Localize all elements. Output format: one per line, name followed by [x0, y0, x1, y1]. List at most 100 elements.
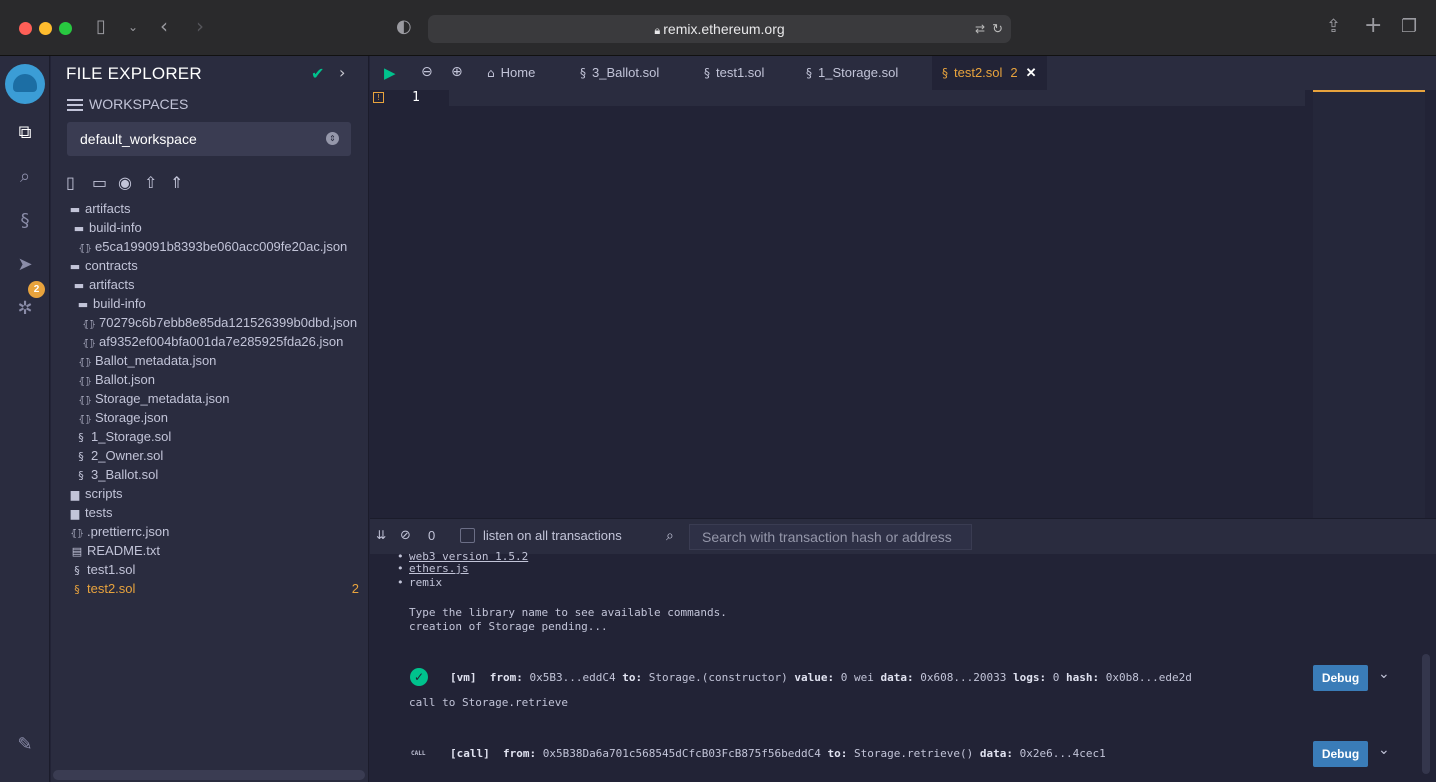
- call-badge: CALL: [411, 750, 426, 757]
- minimap[interactable]: [1313, 90, 1425, 518]
- upload-folder-icon[interactable]: ⇑: [170, 173, 196, 192]
- tree-file[interactable]: § 3_Ballot.sol: [51, 465, 369, 484]
- zoom-window-button[interactable]: [59, 22, 72, 35]
- tree-label: artifacts: [89, 277, 135, 292]
- tree-file[interactable]: § test2.sol 2: [51, 579, 369, 598]
- pending-text: creation of Storage pending...: [409, 620, 608, 633]
- tab-3-ballot-sol[interactable]: § 3_Ballot.sol: [580, 56, 659, 90]
- tree-folder[interactable]: ▬ artifacts: [51, 275, 369, 294]
- workspace-selected-value: default_workspace: [80, 131, 197, 147]
- sidebar-toggle-icon[interactable]: ▯: [96, 16, 106, 37]
- file-explorer-icon[interactable]: ⧉: [12, 120, 38, 146]
- tree-file[interactable]: § 1_Storage.sol: [51, 427, 369, 446]
- hamburger-menu-icon[interactable]: [67, 96, 83, 114]
- data-label: data:: [880, 671, 914, 684]
- share-icon[interactable]: ⇪: [1326, 16, 1341, 37]
- tree-file[interactable]: ⦃⦄ Ballot_metadata.json: [51, 351, 369, 370]
- tree-label: README.txt: [87, 543, 160, 558]
- value-value: 0 wei: [840, 671, 874, 684]
- debugger-icon[interactable]: ✲: [12, 296, 38, 322]
- tree-folder[interactable]: ▬ build-info: [51, 218, 369, 237]
- tab-overview-icon[interactable]: ❐: [1401, 16, 1417, 37]
- home-icon: ⌂: [487, 66, 495, 80]
- debug-button[interactable]: Debug: [1313, 665, 1368, 691]
- tree-label: scripts: [85, 486, 123, 501]
- tree-folder[interactable]: ▬ artifacts: [51, 199, 369, 218]
- close-window-button[interactable]: [19, 22, 32, 35]
- back-icon[interactable]: ‹: [160, 14, 168, 38]
- zoom-out-icon[interactable]: ⊖: [421, 64, 433, 80]
- deploy-run-icon[interactable]: ➤: [12, 252, 38, 278]
- tab-label: test1.sol: [716, 65, 765, 80]
- expand-chevron-icon[interactable]: ⌄: [1378, 666, 1390, 682]
- workspace-select[interactable]: default_workspace ⇕: [67, 122, 351, 156]
- tree-label: 1_Storage.sol: [91, 429, 172, 444]
- tree-file[interactable]: § 2_Owner.sol: [51, 446, 369, 465]
- plugin-manager-icon[interactable]: ✎: [12, 732, 38, 758]
- github-icon[interactable]: ◉: [118, 173, 144, 192]
- tree-folder[interactable]: ▬ build-info: [51, 294, 369, 313]
- check-icon: ✔: [311, 64, 325, 83]
- zoom-in-icon[interactable]: ⊕: [451, 64, 463, 80]
- upload-icon[interactable]: ⇧: [144, 173, 170, 192]
- chevron-right-icon[interactable]: ›: [339, 63, 345, 82]
- logs-label: logs:: [1013, 671, 1047, 684]
- tree-folder[interactable]: ▆ tests: [51, 503, 369, 522]
- expand-chevron-icon[interactable]: ⌄: [1378, 742, 1390, 758]
- tree-file[interactable]: § test1.sol: [51, 560, 369, 579]
- tree-folder[interactable]: ▬ contracts: [51, 256, 369, 275]
- new-file-icon[interactable]: ▯: [66, 173, 92, 192]
- debug-button[interactable]: Debug: [1313, 741, 1368, 767]
- tree-label: 70279c6b7ebb8e85da121526399b0dbd.json: [99, 315, 358, 330]
- tree-file[interactable]: ⦃⦄ e5ca199091b8393be060acc009fe20ac.json: [51, 237, 369, 256]
- tab-1-storage-sol[interactable]: § 1_Storage.sol: [806, 56, 898, 90]
- hint-text: Type the library name to see available c…: [409, 606, 727, 619]
- terminal-scrollbar[interactable]: [1422, 654, 1430, 774]
- value-label: value:: [794, 671, 835, 684]
- terminal-toolbar: ⇊ ⊘ 0 listen on all transactions ⌕ Searc…: [370, 518, 1436, 554]
- solidity-file-icon: §: [78, 450, 84, 463]
- solidity-icon: §: [704, 66, 710, 80]
- privacy-shield-icon[interactable]: ◐: [396, 16, 412, 37]
- tree-file[interactable]: ⦃⦄ af9352ef004bfa001da7e285925fda26.json: [51, 332, 369, 351]
- close-icon[interactable]: ✕: [1026, 65, 1037, 80]
- transaction-search-input[interactable]: Search with transaction hash or address: [689, 524, 972, 550]
- tree-file[interactable]: ⦃⦄ .prettierrc.json: [51, 522, 369, 541]
- tree-file[interactable]: ⦃⦄ 70279c6b7ebb8e85da121526399b0dbd.json: [51, 313, 369, 332]
- tab-home[interactable]: ⌂ Home: [487, 56, 535, 90]
- folder-open-icon: ▬: [73, 222, 85, 235]
- listen-label: listen on all transactions: [483, 528, 622, 543]
- new-folder-icon[interactable]: ▭: [92, 173, 118, 192]
- current-line-highlight: [449, 90, 1305, 106]
- tree-file[interactable]: ⦃⦄ Storage.json: [51, 408, 369, 427]
- minimize-window-button[interactable]: [39, 22, 52, 35]
- reload-icon[interactable]: ↻: [992, 15, 1003, 43]
- tree-file[interactable]: ▤ README.txt: [51, 541, 369, 560]
- search-icon[interactable]: ⌕: [12, 164, 38, 190]
- horizontal-scrollbar[interactable]: [53, 770, 365, 780]
- editor-tabbar: ▶ ⊖ ⊕ ⌂ Home § 3_Ballot.sol § test1.sol § 1_Sto…: [370, 56, 1436, 90]
- code-editor[interactable]: ! 1: [370, 90, 1436, 518]
- forward-icon[interactable]: ›: [196, 14, 204, 38]
- tree-file[interactable]: ⦃⦄ Ballot.json: [51, 370, 369, 389]
- json-file-icon: ⦃⦄: [78, 415, 92, 425]
- tree-file[interactable]: ⦃⦄ Storage_metadata.json: [51, 389, 369, 408]
- collapse-terminal-icon[interactable]: ⇊: [376, 528, 386, 542]
- url-bar[interactable]: 🔒︎ remix.ethereum.org ⇄ ↻: [428, 15, 1011, 43]
- chevron-down-icon[interactable]: ⌄: [128, 20, 138, 34]
- library-ethers[interactable]: ethers.js: [397, 562, 469, 575]
- warning-icon[interactable]: !: [373, 92, 384, 103]
- translate-icon[interactable]: ⇄: [975, 15, 985, 43]
- listen-checkbox[interactable]: [460, 528, 475, 543]
- clear-console-icon[interactable]: ⊘: [400, 528, 411, 543]
- new-tab-icon[interactable]: +: [1364, 13, 1382, 38]
- to-value: Storage.(constructor): [648, 671, 788, 684]
- tree-folder[interactable]: ▆ scripts: [51, 484, 369, 503]
- remix-logo[interactable]: [5, 64, 45, 104]
- solidity-compiler-icon[interactable]: §: [12, 208, 38, 234]
- folder-open-icon: ▬: [69, 260, 81, 273]
- tab-test2-sol[interactable]: § test2.sol 2 ✕: [932, 56, 1047, 90]
- run-script-icon[interactable]: ▶: [384, 64, 396, 82]
- tree-label: af9352ef004bfa001da7e285925fda26.json: [99, 334, 344, 349]
- tab-test1-sol[interactable]: § test1.sol: [704, 56, 764, 90]
